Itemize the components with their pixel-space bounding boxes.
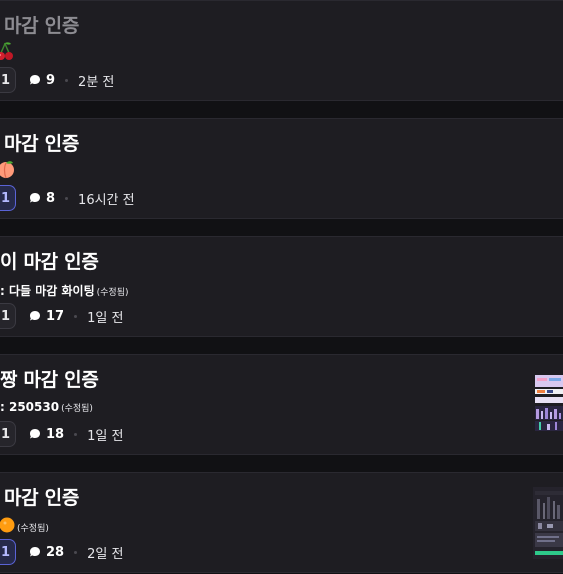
comment-count-value: 28 — [46, 544, 65, 560]
edited-label: (수정됨) — [17, 524, 49, 534]
comment-count-value: 9 — [46, 72, 56, 88]
separator-dot — [74, 432, 78, 436]
orange-icon — [0, 515, 16, 535]
comment-count[interactable]: 18 — [29, 427, 64, 442]
vote-button[interactable]: 1 — [0, 185, 16, 211]
comment-icon — [30, 311, 40, 321]
comment-icon — [30, 429, 40, 439]
post-time: 1일 전 — [87, 428, 124, 444]
post-title[interactable]: 짱 마감 인증 — [0, 365, 99, 392]
post-subtitle-text: : 다들 마감 화이팅 — [0, 284, 95, 298]
post-feed: 마감 인증 1 9 2분 전 마감 인증 1 8 16시간 전 이 마감 인증 … — [0, 0, 563, 574]
post-card[interactable]: 마감 인증 1 8 16시간 전 — [0, 118, 563, 219]
post-card[interactable]: 마감 인증 (수정됨) 1 28 2일 전 — [0, 472, 563, 573]
peach-icon — [0, 159, 16, 179]
post-subtitle-text: : 250530 — [0, 400, 60, 414]
cherry-icon — [0, 41, 14, 61]
comment-icon — [30, 547, 40, 557]
post-thumbnail[interactable] — [533, 369, 563, 441]
post-time: 1일 전 — [87, 310, 124, 326]
post-title[interactable]: 마감 인증 — [4, 11, 79, 38]
comment-count-value: 18 — [46, 426, 65, 442]
comment-icon — [30, 193, 40, 203]
comment-count-value: 8 — [46, 190, 56, 206]
edited-label: (수정됨) — [96, 288, 129, 298]
post-card[interactable]: 짱 마감 인증 : 250530 (수정됨) 1 18 1일 전 — [0, 354, 563, 455]
post-subtitle: : 250530 (수정됨) — [0, 400, 93, 414]
comment-count-value: 17 — [46, 308, 65, 324]
vote-button[interactable]: 1 — [0, 421, 16, 447]
post-title[interactable]: 이 마감 인증 — [0, 247, 99, 274]
comment-count[interactable]: 28 — [29, 545, 64, 560]
vote-button[interactable]: 1 — [0, 67, 16, 93]
post-meta: 1 18 1일 전 — [0, 421, 123, 447]
comment-count[interactable]: 8 — [29, 191, 55, 206]
post-time: 2분 전 — [78, 74, 115, 90]
separator-dot — [65, 78, 69, 82]
comment-count[interactable]: 9 — [29, 73, 55, 88]
post-title[interactable]: 마감 인증 — [4, 483, 79, 510]
post-meta: 1 17 1일 전 — [0, 303, 123, 329]
post-time: 2일 전 — [87, 546, 124, 562]
separator-dot — [74, 314, 78, 318]
post-card[interactable]: 이 마감 인증 : 다들 마감 화이팅 (수정됨) 1 17 1일 전 — [0, 236, 563, 337]
post-card[interactable]: 마감 인증 1 9 2분 전 — [0, 0, 563, 101]
post-thumbnail[interactable] — [533, 487, 563, 559]
comment-icon — [30, 75, 40, 85]
post-meta: 1 28 2일 전 — [0, 539, 123, 565]
vote-button[interactable]: 1 — [0, 303, 16, 329]
post-subtitle: (수정됨) — [17, 520, 49, 534]
comment-count[interactable]: 17 — [29, 309, 64, 324]
separator-dot — [74, 550, 78, 554]
post-meta: 1 8 16시간 전 — [0, 185, 135, 211]
edited-label: (수정됨) — [61, 404, 93, 414]
post-time: 16시간 전 — [78, 192, 135, 208]
vote-button[interactable]: 1 — [0, 539, 16, 565]
post-subtitle: : 다들 마감 화이팅 (수정됨) — [0, 282, 129, 299]
post-title[interactable]: 마감 인증 — [4, 129, 79, 156]
separator-dot — [65, 196, 69, 200]
post-meta: 1 9 2분 전 — [0, 67, 114, 93]
